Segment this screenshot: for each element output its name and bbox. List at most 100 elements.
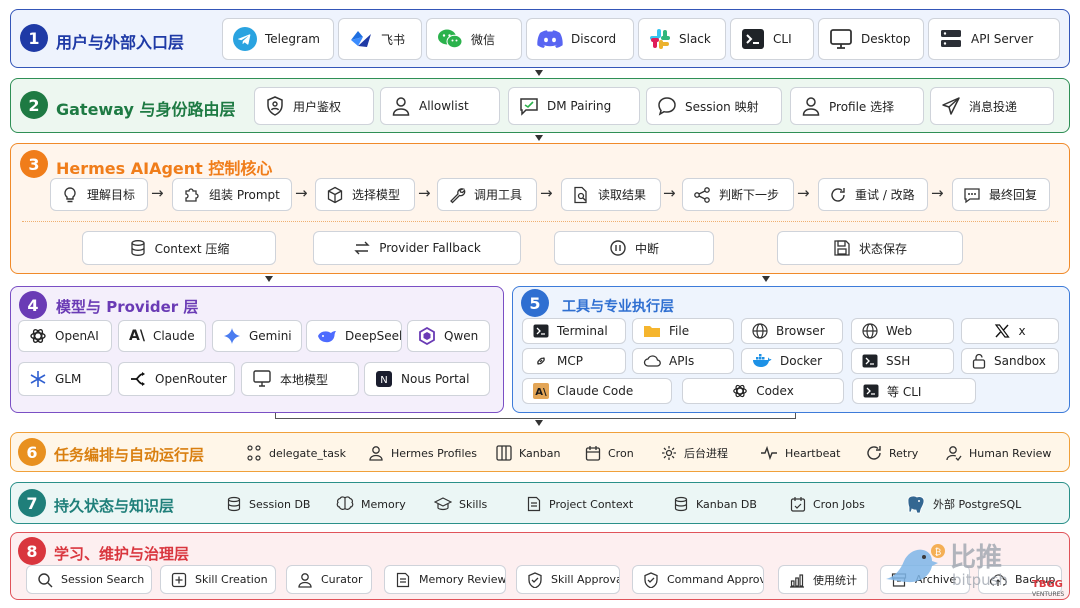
tool-browser[interactable]: Browser: [741, 318, 843, 344]
core-provider-fallback[interactable]: Provider Fallback: [313, 231, 521, 265]
layer-2-number: 2: [20, 91, 48, 119]
core-step-select-model[interactable]: 选择模型: [315, 178, 415, 211]
tool-other-cli[interactable]: 等 CLI: [852, 378, 976, 404]
entry-api-server[interactable]: API Server: [928, 18, 1060, 60]
docker-icon: [752, 354, 772, 368]
model-label: Claude: [152, 329, 195, 343]
orch-kanban[interactable]: Kanban: [496, 445, 560, 461]
gov-backup[interactable]: Backup: [978, 565, 1062, 594]
gw-dm-pairing[interactable]: DM Pairing: [508, 87, 640, 125]
model-glm[interactable]: GLM: [18, 362, 112, 396]
model-qwen[interactable]: Qwen: [407, 320, 490, 352]
core-step-read-result[interactable]: 读取结果: [561, 178, 661, 211]
persist-postgresql[interactable]: 外部 PostgreSQL: [904, 494, 1021, 514]
model-gemini[interactable]: Gemini: [212, 320, 302, 352]
entry-desktop[interactable]: Desktop: [818, 18, 924, 60]
tool-terminal[interactable]: Terminal: [522, 318, 626, 344]
model-claude[interactable]: A\ Claude: [118, 320, 206, 352]
entry-discord[interactable]: Discord: [526, 18, 634, 60]
layer-6-number: 6: [18, 438, 46, 466]
gov-archive[interactable]: Archive: [880, 565, 970, 594]
orch-heartbeat[interactable]: Heartbeat: [760, 445, 840, 461]
model-openrouter[interactable]: OpenRouter: [118, 362, 235, 396]
model-label: Gemini: [249, 329, 292, 343]
persist-label: Session DB: [249, 497, 311, 511]
persist-cron-jobs[interactable]: Cron Jobs: [790, 496, 865, 512]
model-nous-portal[interactable]: N Nous Portal: [364, 362, 490, 396]
gov-label: Skill Approval: [551, 573, 620, 586]
orch-human-review[interactable]: Human Review: [946, 445, 1051, 461]
gov-usage-stats[interactable]: 使用统计: [778, 565, 868, 594]
gw-session-map[interactable]: Session 映射: [646, 87, 782, 125]
svg-text:A\: A\: [535, 387, 547, 398]
core-step-retry[interactable]: 重试 / 改路: [818, 178, 928, 211]
orch-retry[interactable]: Retry: [866, 445, 918, 461]
gov-skill-creation[interactable]: Skill Creation: [160, 565, 276, 594]
gov-session-search[interactable]: Session Search: [26, 565, 152, 594]
tool-mcp[interactable]: MCP: [522, 348, 626, 374]
persist-project-context[interactable]: Project Context: [526, 496, 633, 512]
entry-feishu[interactable]: 飞书: [338, 18, 422, 60]
tool-file[interactable]: File: [632, 318, 734, 344]
deepseek-whale-icon: [317, 328, 337, 344]
entry-cli[interactable]: CLI: [730, 18, 814, 60]
entry-slack[interactable]: Slack: [638, 18, 726, 60]
persist-session-db[interactable]: Session DB: [226, 496, 310, 512]
entry-wechat[interactable]: 微信: [426, 18, 522, 60]
refresh-icon: [829, 186, 847, 204]
svg-text:N: N: [380, 375, 387, 386]
entry-label: 飞书: [381, 32, 406, 47]
gw-auth[interactable]: 用户鉴权: [254, 87, 374, 125]
cube-icon: [326, 186, 344, 204]
persist-kanban-db[interactable]: Kanban DB: [673, 496, 757, 512]
gw-profile-select[interactable]: Profile 选择: [790, 87, 924, 125]
core-extra-label: 中断: [634, 241, 659, 256]
x-logo-icon: [994, 323, 1011, 339]
orch-background-process[interactable]: 后台进程: [661, 445, 728, 461]
gov-curator[interactable]: Curator: [286, 565, 372, 594]
gov-command-approval[interactable]: Command Approval: [632, 565, 764, 594]
glm-icon: [29, 370, 47, 388]
model-local[interactable]: 本地模型: [241, 362, 359, 396]
tool-label: Codex: [756, 384, 794, 398]
model-openai[interactable]: OpenAI: [18, 320, 112, 352]
openai-icon: [29, 327, 47, 345]
tool-web[interactable]: Web: [851, 318, 954, 344]
tool-codex[interactable]: Codex: [682, 378, 844, 404]
orch-label: Heartbeat: [785, 446, 841, 460]
archive-icon: [891, 572, 907, 588]
entry-label: 微信: [471, 32, 496, 47]
core-context-compress[interactable]: Context 压缩: [82, 231, 276, 265]
core-step-assemble-prompt[interactable]: 组装 Prompt: [172, 178, 292, 211]
gov-skill-approval[interactable]: Skill Approval: [516, 565, 620, 594]
tool-apis[interactable]: APIs: [632, 348, 734, 374]
model-deepseek[interactable]: DeepSeek: [306, 320, 402, 352]
flow-arrow-icon: →: [931, 184, 944, 202]
tool-label: MCP: [557, 354, 583, 368]
orch-label: Kanban: [519, 446, 561, 460]
telegram-icon: [233, 27, 257, 51]
persist-skills[interactable]: Skills: [434, 496, 487, 512]
core-step-call-tool[interactable]: 调用工具: [437, 178, 537, 211]
core-step-decide-next[interactable]: 判断下一步: [682, 178, 794, 211]
tool-x[interactable]: x: [961, 318, 1059, 344]
tool-sandbox[interactable]: Sandbox: [961, 348, 1059, 374]
layer-7-number: 7: [18, 489, 46, 517]
database-icon: [129, 239, 147, 257]
gw-delivery[interactable]: 消息投递: [930, 87, 1054, 125]
gov-memory-review[interactable]: Memory Review: [384, 565, 506, 594]
core-step-final-reply[interactable]: 最终回复: [952, 178, 1050, 211]
entry-telegram[interactable]: Telegram: [222, 18, 334, 60]
gw-allowlist[interactable]: Allowlist: [380, 87, 500, 125]
tool-claude-code[interactable]: A\ Claude Code: [522, 378, 672, 404]
persist-memory[interactable]: Memory: [336, 496, 406, 512]
document-icon: [395, 572, 411, 588]
orch-hermes-profiles[interactable]: Hermes Profiles: [368, 445, 477, 461]
core-step-understand[interactable]: 理解目标: [50, 178, 148, 211]
tool-docker[interactable]: Docker: [741, 348, 843, 374]
tool-ssh[interactable]: SSH: [851, 348, 954, 374]
orch-cron[interactable]: Cron: [585, 445, 634, 461]
orch-delegate-task[interactable]: delegate_task: [246, 445, 346, 461]
core-state-save[interactable]: 状态保存: [777, 231, 963, 265]
core-interrupt[interactable]: 中断: [554, 231, 714, 265]
